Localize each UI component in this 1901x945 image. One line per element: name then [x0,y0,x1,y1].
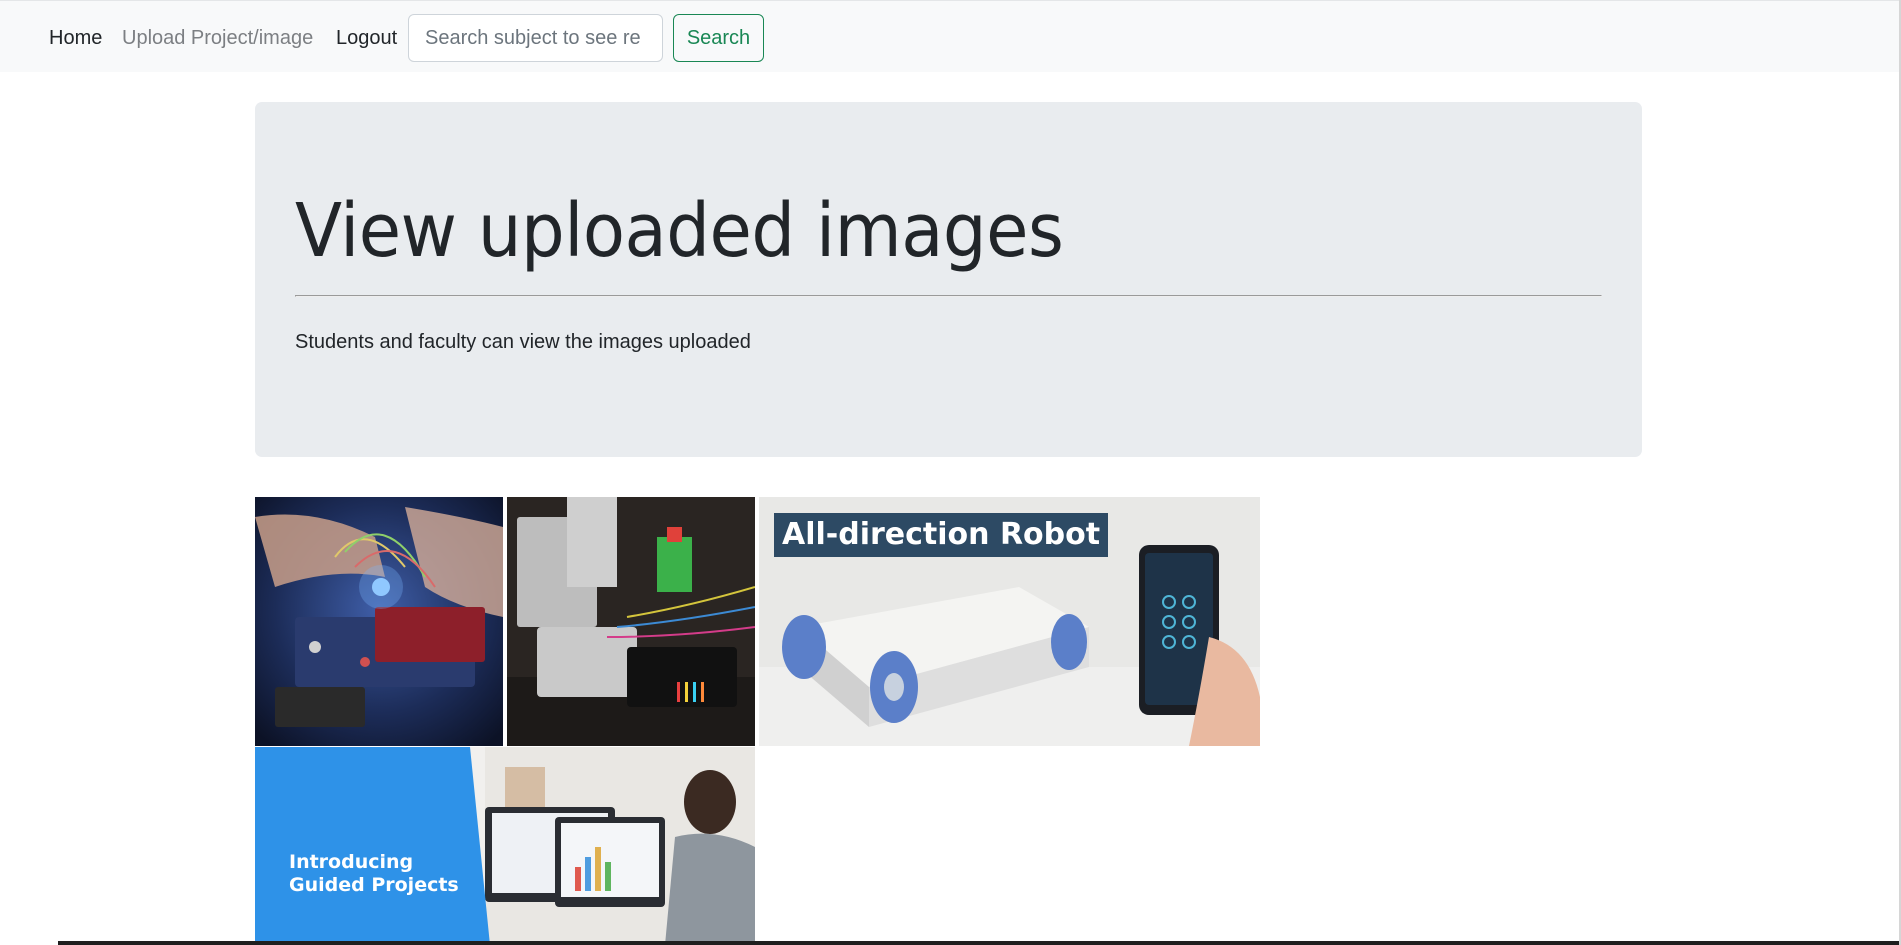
page-lead-text: Students and faculty can view the images… [295,331,751,353]
search-input[interactable] [408,14,663,62]
gallery-image-breadboard[interactable] [255,497,503,746]
guided-projects-text: Introducing Guided Projects [289,851,459,897]
guided-line-2: Guided Projects [289,874,459,896]
gallery-image-electronics[interactable] [507,497,755,746]
robot-banner-text: All-direction Robot [774,513,1109,557]
jumbotron: View uploaded images Students and facult… [255,102,1642,457]
bottom-edge-gap [0,941,58,945]
divider [295,295,1602,297]
guided-line-1: Introducing [289,851,414,873]
nav-logout-link[interactable]: Logout [336,27,397,50]
nav-home-link[interactable]: Home [49,27,102,50]
page-title: View uploaded images [295,188,1064,274]
gallery-image-robot[interactable]: All-direction Robot [759,497,1260,746]
top-navbar: Home Upload Project/image Logout Search [0,0,1901,72]
gallery-image-guided-projects[interactable]: Introducing Guided Projects [255,747,755,945]
search-button[interactable]: Search [673,14,764,62]
bottom-edge [0,941,1899,945]
nav-upload-link[interactable]: Upload Project/image [122,27,313,50]
